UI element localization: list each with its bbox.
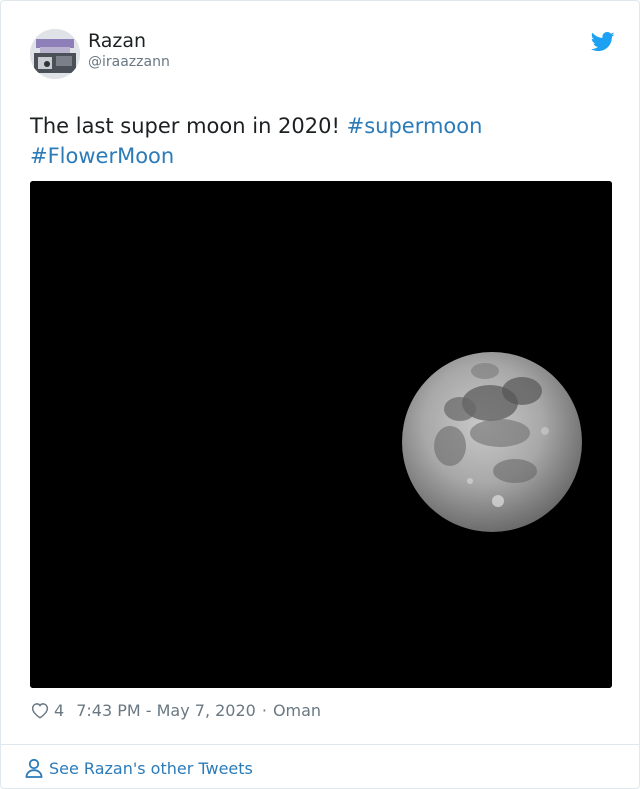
author-display-name[interactable]: Razan bbox=[88, 29, 170, 53]
moon-photo bbox=[30, 181, 612, 688]
tweet-photo[interactable] bbox=[30, 181, 612, 688]
divider bbox=[1, 744, 639, 745]
author-names: Razan @iraazzann bbox=[88, 29, 170, 71]
like-count: 4 bbox=[54, 700, 65, 720]
other-tweets-label: See Razan's other Tweets bbox=[49, 758, 253, 778]
tweet-timestamp[interactable]: 7:43 PM - May 7, 2020 bbox=[76, 701, 256, 720]
full-moon bbox=[402, 352, 582, 532]
tweet-card: Razan @iraazzann The last super moon in … bbox=[0, 0, 640, 789]
author-handle[interactable]: @iraazzann bbox=[88, 53, 170, 71]
avatar[interactable] bbox=[30, 29, 80, 79]
tweet-header: Razan @iraazzann bbox=[30, 29, 615, 81]
hashtag-supermoon[interactable]: #supermoon bbox=[347, 114, 483, 138]
tweet-body: The last super moon in 2020! bbox=[30, 114, 347, 138]
avatar-image bbox=[30, 29, 80, 79]
tweet-meta: 4 7:43 PM - May 7, 2020 · Oman bbox=[30, 696, 321, 724]
hashtag-flowermoon[interactable]: #FlowerMoon bbox=[30, 144, 174, 168]
meta-separator: · bbox=[261, 700, 267, 720]
heart-icon bbox=[31, 703, 49, 719]
tweet-text: The last super moon in 2020! #supermoon #… bbox=[30, 111, 615, 171]
other-tweets-link[interactable]: See Razan's other Tweets bbox=[25, 756, 253, 780]
twitter-bird-icon[interactable] bbox=[590, 31, 615, 53]
person-icon bbox=[25, 758, 43, 778]
tweet-location[interactable]: Oman bbox=[273, 701, 321, 720]
like-button[interactable]: 4 bbox=[30, 701, 64, 720]
